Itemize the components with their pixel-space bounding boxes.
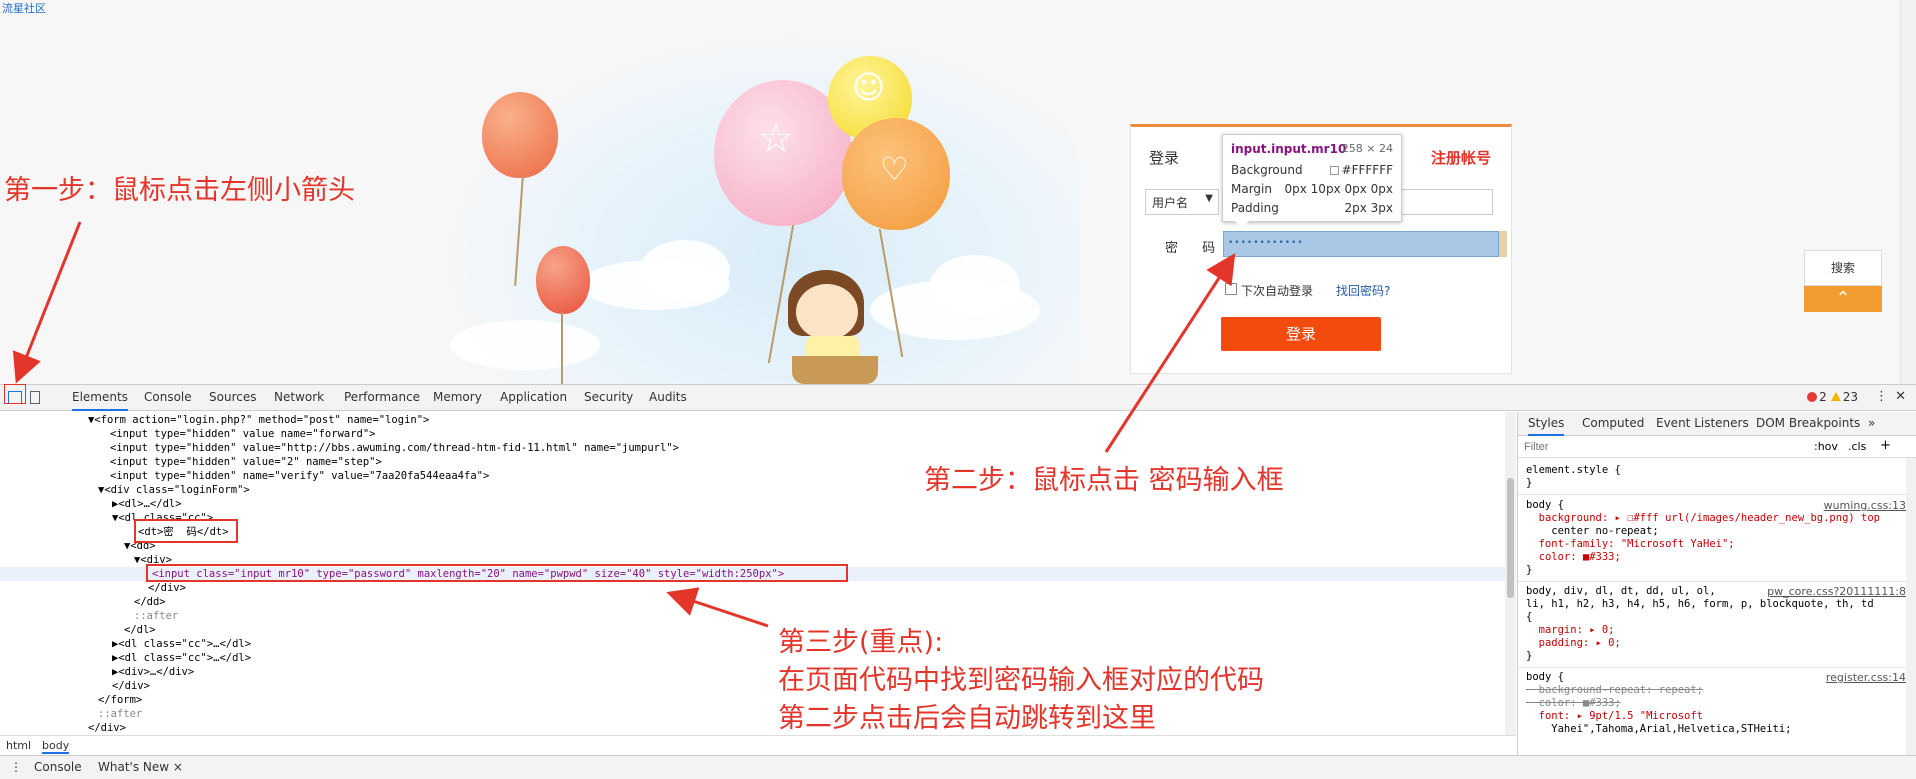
- annotation-arrows: [12, 221, 1236, 628]
- arrow-to-inspect-icon: [12, 221, 82, 384]
- arrow-to-password-input: [1104, 252, 1236, 453]
- arrow-to-code-line: [666, 587, 769, 628]
